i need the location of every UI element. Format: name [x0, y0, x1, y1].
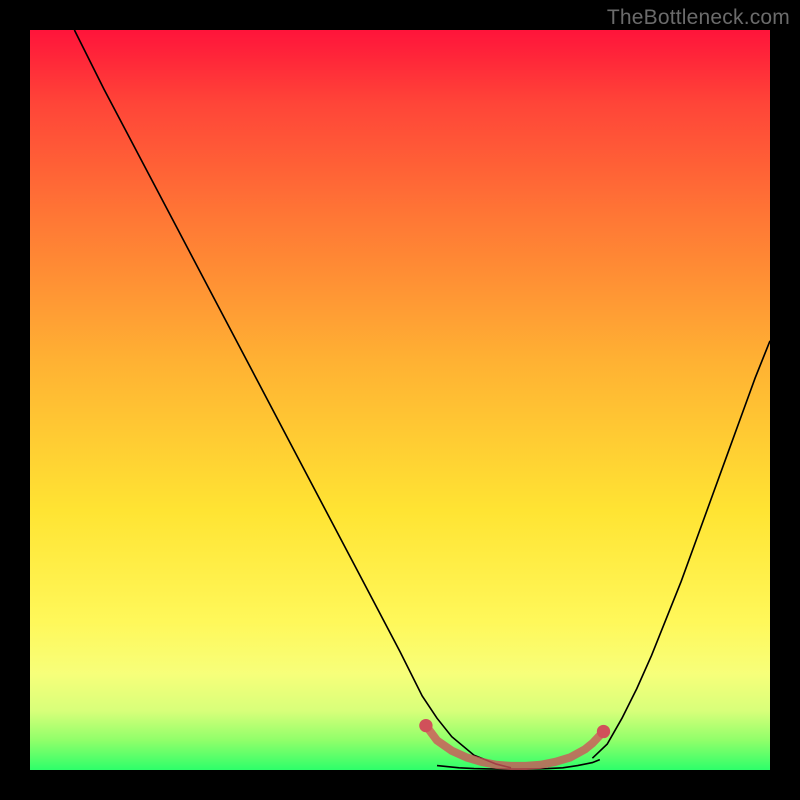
highlight-endpoint-dots [419, 719, 610, 738]
left-curve [74, 30, 511, 768]
highlight-segment [426, 726, 604, 766]
chart-container: TheBottleneck.com [0, 0, 800, 800]
chart-svg [30, 30, 770, 770]
watermark-text: TheBottleneck.com [607, 6, 790, 30]
highlight-endpoint-dot [419, 719, 432, 732]
highlight-endpoint-dot [597, 725, 610, 738]
right-curve [592, 341, 770, 758]
